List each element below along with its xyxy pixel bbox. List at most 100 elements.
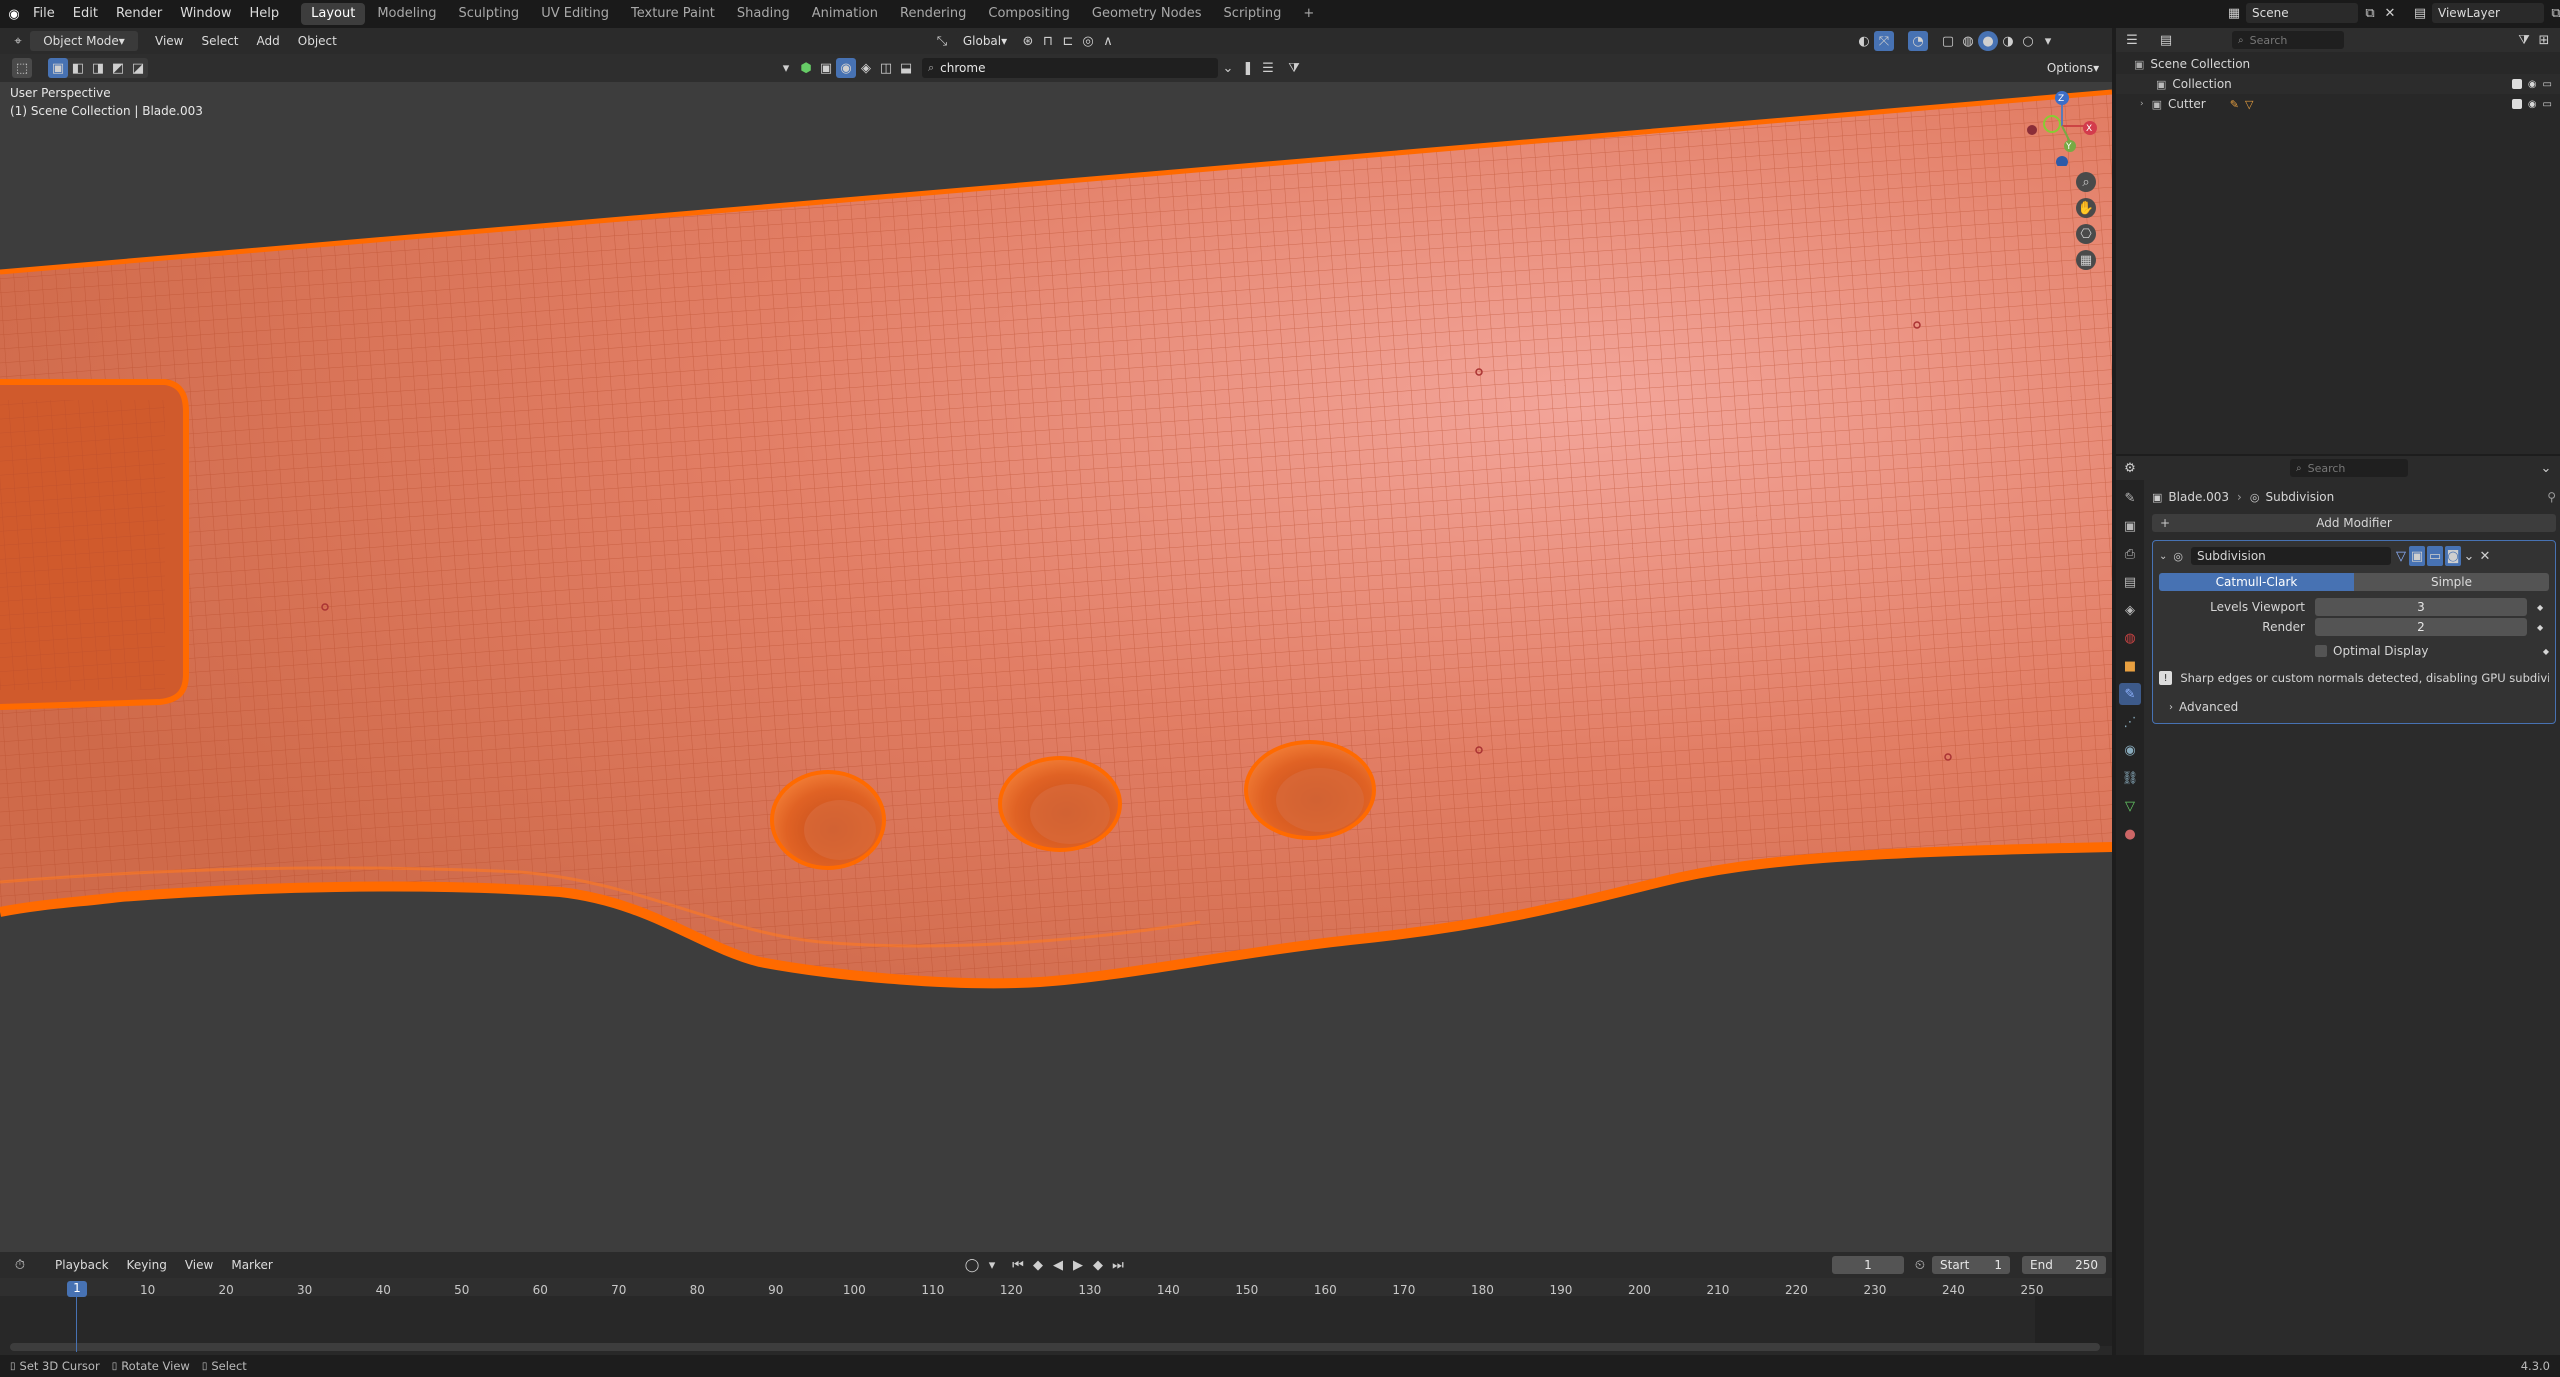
select-extend-icon[interactable]: ◧ <box>68 58 88 78</box>
playhead-frame-indicator[interactable]: 1 <box>67 1281 87 1297</box>
wireframe-shading-icon[interactable]: ◍ <box>1958 31 1978 51</box>
tab-shading[interactable]: Shading <box>727 3 800 25</box>
outliner-editor-icon[interactable]: ☰ <box>2122 30 2142 50</box>
exclude-checkbox[interactable] <box>2511 78 2522 89</box>
rendered-shading-icon[interactable]: ○ <box>2018 31 2038 51</box>
options-button[interactable]: Options ▾ <box>2038 58 2108 78</box>
new-collection-icon[interactable]: ⊞ <box>2534 30 2554 50</box>
select-new-icon[interactable]: ▣ <box>48 58 68 78</box>
preview-range-icon[interactable]: ⏲ <box>1910 1255 1930 1275</box>
tab-modeling[interactable]: Modeling <box>367 3 446 25</box>
overlay-toggle-icon[interactable]: ◔ <box>1908 31 1928 51</box>
jump-end-icon[interactable]: ⏭ <box>1108 1255 1128 1275</box>
search-options-icon[interactable]: ⌄ <box>1218 58 1238 78</box>
keying-options-icon[interactable]: ▾ <box>982 1255 1002 1275</box>
render-tab-icon[interactable]: ▣ <box>2119 515 2141 537</box>
modifier-name-field[interactable]: Subdivision <box>2191 547 2391 565</box>
expand-arrow-icon[interactable]: › <box>2140 99 2144 109</box>
viewport-menu-add[interactable]: Add <box>248 28 289 54</box>
play-icon[interactable]: ▶ <box>1068 1255 1088 1275</box>
menu-help[interactable]: Help <box>241 0 289 28</box>
tab-geometry-nodes[interactable]: Geometry Nodes <box>1082 3 1212 25</box>
visibility-icon[interactable]: ◐ <box>1854 31 1874 51</box>
keyframe-dot-icon[interactable]: ◆ <box>2537 603 2543 612</box>
transform-orientation-selector[interactable]: Global ▾ <box>954 31 1016 51</box>
solid-shading-icon[interactable]: ● <box>1978 31 1998 51</box>
view-layer-icon[interactable]: ▤ <box>2410 3 2430 23</box>
keyframe-dot-icon[interactable]: ◆ <box>2537 623 2543 632</box>
physics-tab-icon[interactable]: ◉ <box>2119 739 2141 761</box>
tool-tab-icon[interactable]: ✎ <box>2119 487 2141 509</box>
editor-type-icon[interactable]: ⌖ <box>8 31 28 51</box>
jump-start-icon[interactable]: ⏮ <box>1008 1255 1028 1275</box>
scene-tab-icon[interactable]: ◈ <box>2119 599 2141 621</box>
keyframe-dot-icon[interactable]: ◆ <box>2543 647 2549 656</box>
gizmo-toggle-icon[interactable]: ⤧ <box>1874 31 1894 51</box>
list-view-icon[interactable]: ☰ <box>1258 58 1278 78</box>
data-tab-icon[interactable]: ▽ <box>2119 795 2141 817</box>
menu-file[interactable]: File <box>24 0 64 28</box>
new-view-layer-icon[interactable]: ⧉ <box>2546 3 2560 23</box>
select-tool-icon[interactable]: ⬚ <box>12 58 32 78</box>
properties-editor-icon[interactable]: ⚙ <box>2120 458 2140 478</box>
catmull-clark-option[interactable]: Catmull-Clark <box>2159 573 2354 591</box>
material-filter-icon[interactable]: ◈ <box>856 58 876 78</box>
levels-viewport-field[interactable]: 3 <box>2315 598 2527 616</box>
current-frame-field[interactable]: 1 <box>1832 1256 1904 1274</box>
viewport-menu-object[interactable]: Object <box>289 28 346 54</box>
orientation-icon[interactable]: ⤡ <box>932 31 952 51</box>
scene-icon[interactable]: ▦ <box>2224 3 2244 23</box>
select-intersect-icon[interactable]: ◪ <box>128 58 148 78</box>
edit-mode-toggle-icon[interactable]: ▽ <box>2393 546 2409 566</box>
scene-selector[interactable]: Scene <box>2246 3 2358 23</box>
navigation-gizmo[interactable]: Z X Y <box>2018 86 2108 168</box>
tab-scripting[interactable]: Scripting <box>1214 3 1292 25</box>
object-tab-icon[interactable]: ■ <box>2119 655 2141 677</box>
xray-icon[interactable]: ▢ <box>1938 31 1958 51</box>
shading-filter-icon[interactable]: ◉ <box>836 58 856 78</box>
material-shading-icon[interactable]: ◑ <box>1998 31 2018 51</box>
viewport-search-field[interactable]: ⌕ chrome <box>922 58 1218 78</box>
select-invert-icon[interactable]: ◩ <box>108 58 128 78</box>
viewport-menu-view[interactable]: View <box>146 28 192 54</box>
pin-icon[interactable]: ⚲ <box>2547 490 2556 504</box>
3d-viewport[interactable]: User Perspective (1) Scene Collection | … <box>0 82 2112 1252</box>
snap-icon[interactable]: ⊓ <box>1038 31 1058 51</box>
start-frame-field[interactable]: Start 1 <box>1932 1256 2010 1274</box>
on-cage-toggle-icon[interactable]: ▣ <box>2409 546 2425 566</box>
object-color-icon[interactable]: ⬢ <box>796 58 816 78</box>
outliner-root-row[interactable]: ▣ Scene Collection <box>2116 54 2560 74</box>
play-reverse-icon[interactable]: ◀ <box>1048 1255 1068 1275</box>
timeline-menu-marker[interactable]: Marker <box>222 1252 281 1278</box>
end-frame-field[interactable]: End 250 <box>2022 1256 2106 1274</box>
viewport-menu-select[interactable]: Select <box>192 28 247 54</box>
pivot-icon[interactable]: ⊛ <box>1018 31 1038 51</box>
particles-tab-icon[interactable]: ⋰ <box>2119 711 2141 733</box>
outliner-item-collection[interactable]: ▣ Collection ◉ ▭ <box>2116 74 2560 94</box>
menu-edit[interactable]: Edit <box>64 0 107 28</box>
advanced-subpanel[interactable]: › Advanced <box>2159 697 2549 717</box>
menu-render[interactable]: Render <box>107 0 171 28</box>
view-layer-tab-icon[interactable]: ▤ <box>2119 571 2141 593</box>
timeline-scrollbar[interactable] <box>10 1343 2100 1351</box>
add-modifier-button[interactable]: + Add Modifier <box>2152 514 2556 532</box>
shading-options-icon[interactable]: ▾ <box>2038 31 2058 51</box>
eye-icon[interactable]: ◉ <box>2528 99 2537 110</box>
menu-window[interactable]: Window <box>171 0 240 28</box>
modifier-tab-icon[interactable]: ✎ <box>2119 683 2141 705</box>
lock-filter-icon[interactable]: ⬓ <box>896 58 916 78</box>
falloff-icon[interactable]: ∧ <box>1098 31 1118 51</box>
timeline-menu-playback[interactable]: Playback <box>46 1252 118 1278</box>
tab-animation[interactable]: Animation <box>802 3 888 25</box>
tab-rendering[interactable]: Rendering <box>890 3 976 25</box>
output-tab-icon[interactable]: ⎙ <box>2119 543 2141 565</box>
tab-uv-editing[interactable]: UV Editing <box>531 3 619 25</box>
funnel-filter-icon[interactable]: ⧩ <box>1284 58 1304 78</box>
tab-compositing[interactable]: Compositing <box>978 3 1080 25</box>
timeline-editor-icon[interactable]: ⏱ <box>10 1255 30 1275</box>
filter-dropdown-icon[interactable]: ▾ <box>776 58 796 78</box>
outliner-item-cutter[interactable]: › ▣ Cutter ✎ ▽ ◉ ▭ <box>2116 94 2560 114</box>
optimal-display-checkbox[interactable] <box>2315 645 2327 657</box>
eye-icon[interactable]: ◉ <box>2528 79 2537 90</box>
render-toggle-icon[interactable]: ◙ <box>2445 546 2461 566</box>
